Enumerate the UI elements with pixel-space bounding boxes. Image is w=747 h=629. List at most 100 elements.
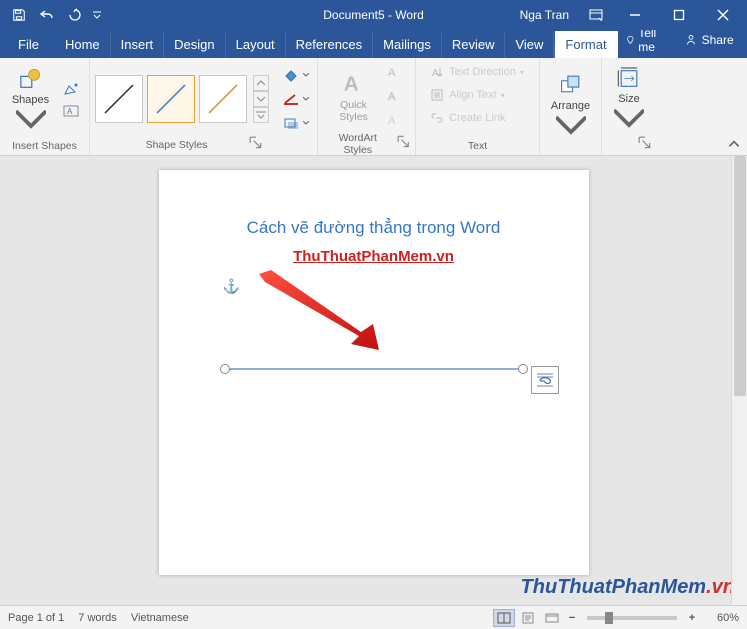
svg-text:A: A [388, 115, 396, 126]
group-label-wordart: WordArt Styles [324, 132, 391, 156]
zoom-slider-knob[interactable] [605, 612, 613, 624]
group-text: A Text Direction ▾ Align Text ▾ Create L… [416, 58, 540, 155]
chevron-down-icon [614, 107, 644, 132]
document-area: Cách vẽ đường thẳng trong Word ThuThuatP… [0, 156, 747, 605]
text-effects-button: A [382, 110, 404, 130]
tab-insert[interactable]: Insert [111, 31, 165, 58]
edit-shape-button[interactable] [59, 79, 83, 99]
minimize-button[interactable] [615, 0, 655, 30]
share-button[interactable]: Share [676, 29, 742, 51]
size-button[interactable]: Size [605, 66, 653, 132]
zoom-slider[interactable] [587, 616, 677, 620]
shape-fill-button[interactable] [279, 65, 313, 85]
shapes-icon [16, 67, 46, 92]
document-title: Document5 - Word [323, 8, 423, 22]
gallery-row-up[interactable] [253, 75, 269, 91]
arrange-icon [556, 73, 586, 98]
ribbon-display-options-button[interactable] [581, 0, 611, 30]
text-box-button[interactable]: A [59, 101, 83, 121]
maximize-button[interactable] [659, 0, 699, 30]
group-label-text: Text [422, 138, 533, 155]
layout-options-icon [535, 371, 555, 389]
effects-icon [283, 116, 299, 130]
svg-text:A: A [388, 67, 396, 78]
status-language[interactable]: Vietnamese [131, 612, 189, 624]
tab-design[interactable]: Design [164, 31, 225, 58]
user-name[interactable]: Nga Tran [520, 8, 577, 22]
wordart-dialog-launcher[interactable] [397, 135, 411, 149]
wordart-icon: A [339, 68, 369, 98]
group-wordart-styles: A Quick Styles A A A WordArt Styles [318, 58, 416, 155]
group-shape-styles: Shape Styles [90, 58, 318, 155]
text-direction-button: A Text Direction ▾ [427, 62, 528, 82]
view-read-mode[interactable] [493, 609, 515, 627]
chevron-down-icon [303, 73, 309, 78]
text-direction-icon: A [431, 66, 445, 78]
shape-effects-button[interactable] [279, 113, 313, 133]
svg-text:A: A [432, 68, 439, 78]
annotation-arrow [251, 266, 391, 356]
shape-outline-button[interactable] [279, 89, 313, 109]
vertical-scrollbar[interactable] [731, 156, 747, 605]
textbox-icon: A [63, 104, 79, 118]
quick-access-toolbar [0, 2, 104, 28]
tab-format[interactable]: Format [555, 31, 617, 58]
tab-review[interactable]: Review [442, 31, 506, 58]
ribbon-tabs: File Home Insert Design Layout Reference… [0, 30, 747, 58]
shape-styles-dialog-launcher[interactable] [249, 136, 263, 150]
save-button[interactable] [6, 2, 32, 28]
close-button[interactable] [703, 0, 743, 30]
shape-style-1[interactable] [95, 75, 143, 123]
fill-icon [283, 68, 299, 82]
document-link-text: ThuThuatPhanMem.vn [159, 248, 589, 265]
text-fill-button: A [382, 62, 404, 82]
view-web-layout[interactable] [541, 609, 563, 627]
zoom-level[interactable]: 60% [701, 612, 739, 624]
svg-text:A: A [388, 91, 396, 102]
shape-style-gallery [95, 75, 247, 123]
create-link-button: Create Link [427, 108, 509, 128]
shapes-button[interactable]: Shapes [7, 67, 55, 133]
lightbulb-icon [626, 33, 635, 47]
gallery-row-down[interactable] [253, 91, 269, 107]
quick-styles-button[interactable]: A Quick Styles [330, 63, 378, 129]
size-icon [614, 66, 644, 91]
arrange-label: Arrange [551, 100, 590, 112]
scrollbar-thumb[interactable] [734, 156, 746, 396]
size-dialog-launcher[interactable] [638, 136, 652, 150]
qat-customize-button[interactable] [90, 2, 104, 28]
share-icon [684, 33, 698, 47]
zoom-out-button[interactable]: − [565, 612, 579, 624]
zoom-in-button[interactable]: + [685, 612, 699, 624]
status-words[interactable]: 7 words [78, 612, 117, 624]
document-heading: Cách vẽ đường thẳng trong Word [159, 218, 589, 238]
group-label-insert-shapes: Insert Shapes [6, 138, 83, 155]
status-page[interactable]: Page 1 of 1 [8, 612, 64, 624]
tab-file[interactable]: File [8, 31, 55, 58]
view-print-layout[interactable] [517, 609, 539, 627]
undo-button[interactable] [34, 2, 60, 28]
tab-references[interactable]: References [286, 31, 373, 58]
quick-styles-label: Quick Styles [330, 100, 378, 123]
shape-style-3[interactable] [199, 75, 247, 123]
group-label-shape-styles: Shape Styles [146, 139, 208, 151]
tell-me-label: Tell me [638, 26, 661, 54]
shape-style-2[interactable] [147, 75, 195, 123]
chevron-down-icon [303, 97, 309, 102]
tab-mailings[interactable]: Mailings [373, 31, 442, 58]
outline-icon [283, 92, 299, 106]
selected-line-shape[interactable] [219, 362, 529, 376]
tab-layout[interactable]: Layout [226, 31, 286, 58]
anchor-icon: ⚓ [223, 278, 240, 295]
gallery-more[interactable] [253, 107, 269, 123]
chevron-down-icon [556, 114, 586, 139]
arrange-button[interactable]: Arrange [547, 73, 595, 139]
redo-button[interactable] [62, 2, 88, 28]
layout-options-button[interactable] [531, 366, 559, 394]
tab-view[interactable]: View [505, 31, 554, 58]
titlebar: Document5 - Word Nga Tran [0, 0, 747, 30]
document-page[interactable]: Cách vẽ đường thẳng trong Word ThuThuatP… [159, 170, 589, 575]
align-text-icon [431, 89, 445, 101]
collapse-ribbon-button[interactable] [727, 137, 741, 151]
tab-home[interactable]: Home [55, 31, 111, 58]
